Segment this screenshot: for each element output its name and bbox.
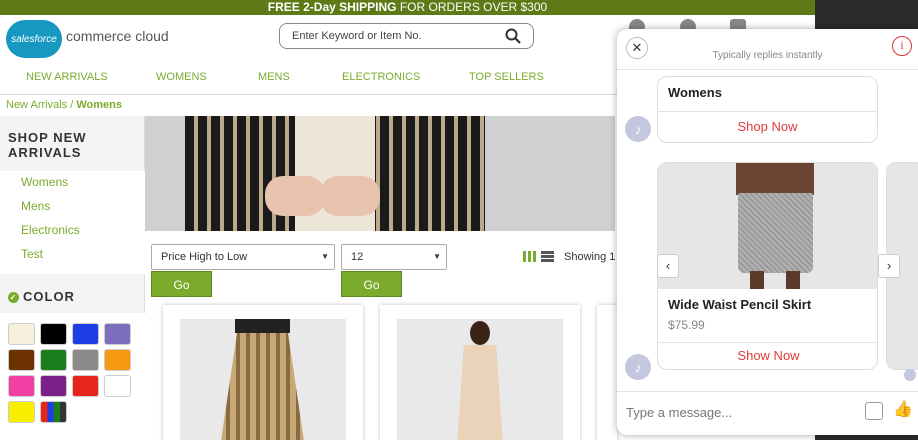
- product-image[interactable]: [397, 319, 563, 440]
- product-image[interactable]: [180, 319, 346, 440]
- swatch-orange[interactable]: [104, 349, 131, 371]
- carousel-prev-icon[interactable]: ‹: [657, 254, 679, 278]
- nav-womens[interactable]: WOMENS: [156, 71, 207, 83]
- nav-top-sellers[interactable]: TOP SELLERS: [469, 71, 544, 83]
- sort-go-button[interactable]: Go: [151, 271, 212, 297]
- hero-banner: [145, 116, 615, 231]
- per-page-select[interactable]: 12 ▼: [341, 244, 447, 270]
- chat-status: Typically replies instantly: [712, 50, 823, 61]
- nav-electronics[interactable]: ELECTRONICS: [342, 71, 420, 83]
- image-upload-icon[interactable]: [865, 402, 883, 420]
- chat-card-womens: Womens Shop Now: [657, 76, 878, 143]
- compose-divider: [617, 391, 918, 392]
- product-name: Wide Waist Pencil Skirt: [668, 297, 812, 312]
- swatch-yellow[interactable]: [8, 401, 35, 423]
- category-test[interactable]: Test: [21, 247, 43, 261]
- product-tile[interactable]: [380, 305, 580, 440]
- carousel-next-icon[interactable]: ›: [878, 254, 900, 278]
- product-image[interactable]: [658, 163, 877, 289]
- nav-mens[interactable]: MENS: [258, 71, 290, 83]
- color-heading[interactable]: ✓ COLOR: [8, 289, 75, 304]
- nav-new-arrivals[interactable]: NEW ARRIVALS: [26, 71, 108, 83]
- search-icon[interactable]: [505, 28, 521, 44]
- model-torso: [736, 163, 814, 195]
- page: FREE 2-Day SHIPPING FOR ORDERS OVER $300…: [0, 0, 918, 440]
- search-placeholder: Enter Keyword or Item No.: [292, 30, 422, 42]
- message-input[interactable]: Type a message...: [626, 405, 732, 420]
- promo-rest: FOR ORDERS OVER $300: [399, 0, 548, 14]
- swatch-grey[interactable]: [72, 349, 99, 371]
- chat-card-product: Wide Waist Pencil Skirt $75.99 Show Now: [657, 162, 878, 370]
- card-divider: [658, 111, 877, 112]
- chat-divider: [617, 69, 918, 70]
- category-mens[interactable]: Mens: [21, 199, 50, 213]
- sidebar-heading: SHOP NEW ARRIVALS: [8, 130, 87, 160]
- promo-banner: FREE 2-Day SHIPPING FOR ORDERS OVER $300: [0, 0, 815, 15]
- chevron-down-icon: ✓: [8, 292, 19, 303]
- category-womens[interactable]: Womens: [21, 175, 68, 189]
- color-swatches: [0, 313, 145, 440]
- search-input[interactable]: Enter Keyword or Item No.: [279, 23, 534, 49]
- logo-text: commerce cloud: [66, 28, 169, 44]
- model-leg: [750, 271, 764, 289]
- refinement-sidebar: SHOP NEW ARRIVALS Womens Mens Electronic…: [0, 116, 145, 440]
- bot-avatar: ♪: [625, 116, 651, 142]
- thumbs-up-icon[interactable]: 👍: [893, 400, 913, 420]
- swatch-purple[interactable]: [40, 375, 67, 397]
- card-divider: [658, 342, 877, 343]
- shop-now-button[interactable]: Shop Now: [658, 119, 877, 134]
- chevron-down-icon: ▼: [321, 252, 329, 261]
- swatch-beige[interactable]: [8, 323, 35, 345]
- chevron-down-icon: ▼: [433, 252, 441, 261]
- per-page-value: 12: [351, 251, 364, 263]
- swatch-multi[interactable]: [40, 401, 67, 423]
- product-price: $75.99: [668, 318, 705, 332]
- swatch-black[interactable]: [40, 323, 67, 345]
- model-leg: [786, 271, 800, 289]
- show-now-button[interactable]: Show Now: [658, 348, 877, 363]
- sort-value: Price High to Low: [161, 251, 248, 263]
- swatch-green[interactable]: [40, 349, 67, 371]
- breadcrumb-sep: /: [70, 99, 74, 111]
- swatch-white[interactable]: [104, 375, 131, 397]
- results-count: Showing 1 -: [564, 251, 623, 263]
- sort-select[interactable]: Price High to Low ▼: [151, 244, 335, 270]
- breadcrumb: New Arrivals / Womens: [6, 99, 122, 111]
- hero-hand-right: [320, 176, 380, 216]
- breadcrumb-current[interactable]: Womens: [76, 99, 122, 111]
- skirt-shape: [738, 193, 813, 273]
- list-view-icon[interactable]: [541, 251, 554, 262]
- chat-widget: ✕ Typically replies instantly i ♪ Womens…: [617, 29, 918, 435]
- category-electronics[interactable]: Electronics: [21, 223, 80, 237]
- breadcrumb-root[interactable]: New Arrivals: [6, 99, 67, 111]
- swatch-blue[interactable]: [72, 323, 99, 345]
- hero-hand-left: [265, 176, 325, 216]
- category-list: Womens Mens Electronics Test: [0, 171, 145, 274]
- per-page-go-button[interactable]: Go: [341, 271, 402, 297]
- swatch-pink[interactable]: [8, 375, 35, 397]
- swatch-red[interactable]: [72, 375, 99, 397]
- bot-avatar: ♪: [625, 354, 651, 380]
- product-tile[interactable]: [597, 305, 617, 440]
- seen-avatar-icon: [904, 369, 916, 381]
- grid-view-icon[interactable]: [523, 251, 536, 262]
- promo-bold: FREE 2-Day SHIPPING: [267, 0, 397, 14]
- info-icon[interactable]: i: [892, 36, 912, 56]
- color-heading-label: COLOR: [23, 289, 75, 304]
- product-tile[interactable]: [163, 305, 363, 440]
- swatch-brown[interactable]: [8, 349, 35, 371]
- swatch-purple-light[interactable]: [104, 323, 131, 345]
- salesforce-logo[interactable]: salesforce: [6, 20, 62, 58]
- card-title: Womens: [668, 85, 722, 100]
